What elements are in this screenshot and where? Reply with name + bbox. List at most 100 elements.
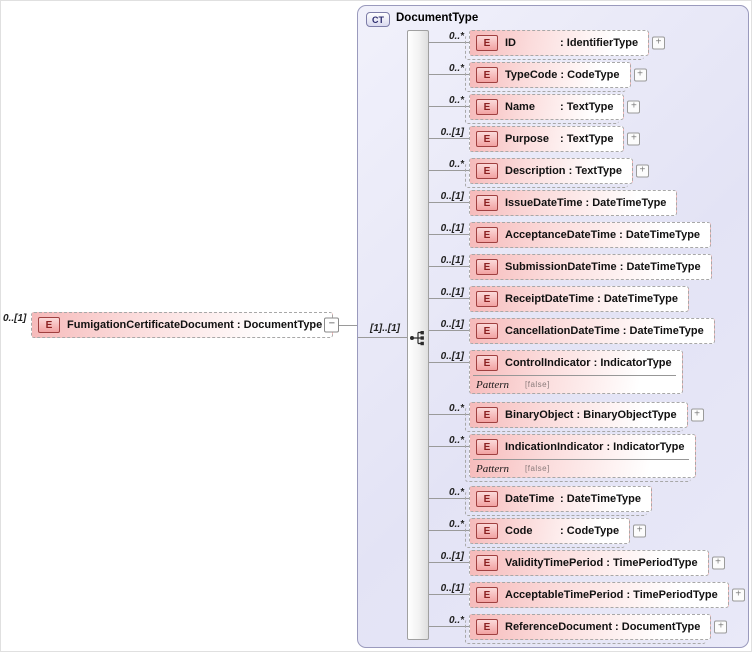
root-element-type: : DocumentType	[234, 319, 322, 331]
cardinality-label: 0..*	[414, 487, 464, 498]
expand-icon[interactable]: +	[633, 525, 646, 538]
element-name: TypeCode	[505, 69, 557, 81]
pattern-label: Pattern	[476, 463, 509, 475]
element-type: : DateTimeType	[620, 325, 704, 337]
element-name: AcceptanceDateTime	[505, 229, 616, 241]
element-type: : TimePeriodType	[603, 557, 697, 569]
element-box-BinaryObject[interactable]: EBinaryObject : BinaryObjectType+	[469, 402, 688, 428]
element-type: : DateTimeType	[557, 493, 641, 505]
root-element-name: FumigationCertificateDocument	[67, 319, 234, 331]
expand-icon[interactable]: +	[712, 557, 725, 570]
expand-icon[interactable]: +	[691, 409, 704, 422]
connector-line	[429, 170, 469, 171]
element-box-ReferenceDocument[interactable]: EReferenceDocument : DocumentType+	[469, 614, 711, 640]
element-type: : DocumentType	[612, 621, 700, 633]
element-box-ControlIndicator[interactable]: E ControlIndicator : IndicatorType Pattern…	[469, 350, 683, 394]
element-box-Description[interactable]: EDescription : TextType+	[469, 158, 633, 184]
expand-icon[interactable]: +	[627, 133, 640, 146]
element-box-ID[interactable]: EID : IdentifierType+	[469, 30, 649, 56]
element-box-TypeCode[interactable]: ETypeCode : CodeType+	[469, 62, 631, 88]
element-icon: E	[476, 619, 498, 635]
cardinality-label: 0..[1]	[414, 583, 464, 594]
connector-line	[429, 234, 469, 235]
expand-icon[interactable]: +	[732, 589, 745, 602]
expand-icon[interactable]: +	[652, 37, 665, 50]
cardinality-label: 0..[1]	[414, 551, 464, 562]
element-name: CancellationDateTime	[505, 325, 620, 337]
element-box-IndicationIndicator[interactable]: EIndicationIndicator : IndicatorTypePatt…	[469, 434, 696, 478]
element-name: SubmissionDateTime	[505, 261, 617, 273]
element-title: EBinaryObject : BinaryObjectType	[470, 403, 687, 427]
element-box-Purpose[interactable]: EPurpose : TextType+	[469, 126, 624, 152]
element-icon: E	[476, 35, 498, 51]
expand-icon[interactable]: +	[636, 165, 649, 178]
element-name: ControlIndicator	[505, 357, 591, 369]
element-title: EName : TextType	[470, 95, 623, 119]
xsd-diagram: 0..[1] E FumigationCertificateDocument :…	[0, 0, 752, 652]
connector-line	[429, 498, 469, 499]
element-type: : DateTimeType	[617, 261, 701, 273]
element-name: DateTime	[505, 493, 557, 505]
element-title: EAcceptableTimePeriod : TimePeriodType	[470, 583, 728, 607]
cardinality-label: 0..[1]	[414, 319, 464, 330]
element-box-ValidityTimePeriod[interactable]: EValidityTimePeriod : TimePeriodType+	[469, 550, 709, 576]
connector-line	[429, 362, 469, 363]
connector-line	[429, 530, 469, 531]
element-type: : TextType	[557, 101, 613, 113]
root-element-box[interactable]: E FumigationCertificateDocument : Docume…	[31, 312, 333, 338]
element-box-SubmissionDateTime[interactable]: ESubmissionDateTime : DateTimeType	[469, 254, 712, 280]
element-title: ESubmissionDateTime : DateTimeType	[470, 255, 711, 279]
element-rows: 0..*EID : IdentifierType+0..*ETypeCode :…	[358, 6, 748, 647]
connector-line	[429, 414, 469, 415]
element-box-AcceptanceDateTime[interactable]: EAcceptanceDateTime : DateTimeType	[469, 222, 711, 248]
element-type: : TextType	[557, 133, 613, 145]
pattern-value: [false]	[525, 464, 550, 473]
expand-icon[interactable]: +	[634, 69, 647, 82]
element-title: EPurpose : TextType	[470, 127, 623, 151]
element-box-ReceiptDateTime[interactable]: EReceiptDateTime : DateTimeType	[469, 286, 689, 312]
cardinality-label: 0..*	[414, 615, 464, 626]
connector-line	[429, 42, 469, 43]
element-box-CancellationDateTime[interactable]: ECancellationDateTime : DateTimeType	[469, 318, 715, 344]
element-box-IssueDateTime[interactable]: EIssueDateTime : DateTimeType	[469, 190, 677, 216]
element-box-Code[interactable]: ECode : CodeType+	[469, 518, 630, 544]
element-icon: E	[476, 355, 498, 371]
connector-line	[429, 266, 469, 267]
collapse-icon[interactable]: −	[324, 318, 339, 333]
root-element-title: E FumigationCertificateDocument : Docume…	[32, 313, 332, 337]
element-name: ID	[505, 37, 557, 49]
element-box-AcceptableTimePeriod[interactable]: EAcceptableTimePeriod : TimePeriodType+	[469, 582, 729, 608]
element-icon: E	[476, 587, 498, 603]
element-type: : TextType	[566, 165, 622, 177]
element-name: ReceiptDateTime	[505, 293, 594, 305]
connector-line	[429, 594, 469, 595]
element-icon: E	[476, 491, 498, 507]
element-title: ECancellationDateTime : DateTimeType	[470, 319, 714, 343]
expand-icon[interactable]: +	[627, 101, 640, 114]
element-type: : CodeType	[557, 525, 619, 537]
connector-line	[429, 446, 469, 447]
element-title: EDescription : TextType	[470, 159, 632, 183]
connector-line	[429, 138, 469, 139]
element-title: EAcceptanceDateTime : DateTimeType	[470, 223, 710, 247]
element-icon: E	[476, 523, 498, 539]
element-icon: E	[476, 163, 498, 179]
element-box-DateTime[interactable]: E DateTime : DateTimeType	[469, 486, 652, 512]
connector-line	[429, 330, 469, 331]
root-cardinality-label: 0..[1]	[3, 313, 26, 324]
element-title: EID : IdentifierType	[470, 31, 648, 55]
cardinality-label: 0..*	[414, 95, 464, 106]
element-box-Name[interactable]: EName : TextType+	[469, 94, 624, 120]
element-icon: E	[476, 131, 498, 147]
cardinality-label: 0..[1]	[414, 191, 464, 202]
cardinality-label: 0..*	[414, 31, 464, 42]
element-name: ValidityTimePeriod	[505, 557, 603, 569]
element-type: : DateTimeType	[582, 197, 666, 209]
element-type: : IndicatorType	[591, 357, 672, 369]
pattern-facet: Pattern [false]	[473, 459, 689, 477]
pattern-label: Pattern	[476, 379, 509, 391]
expand-icon[interactable]: +	[714, 621, 727, 634]
element-type: : DateTimeType	[616, 229, 700, 241]
element-name: Code	[505, 525, 557, 537]
element-name: IssueDateTime	[505, 197, 582, 209]
